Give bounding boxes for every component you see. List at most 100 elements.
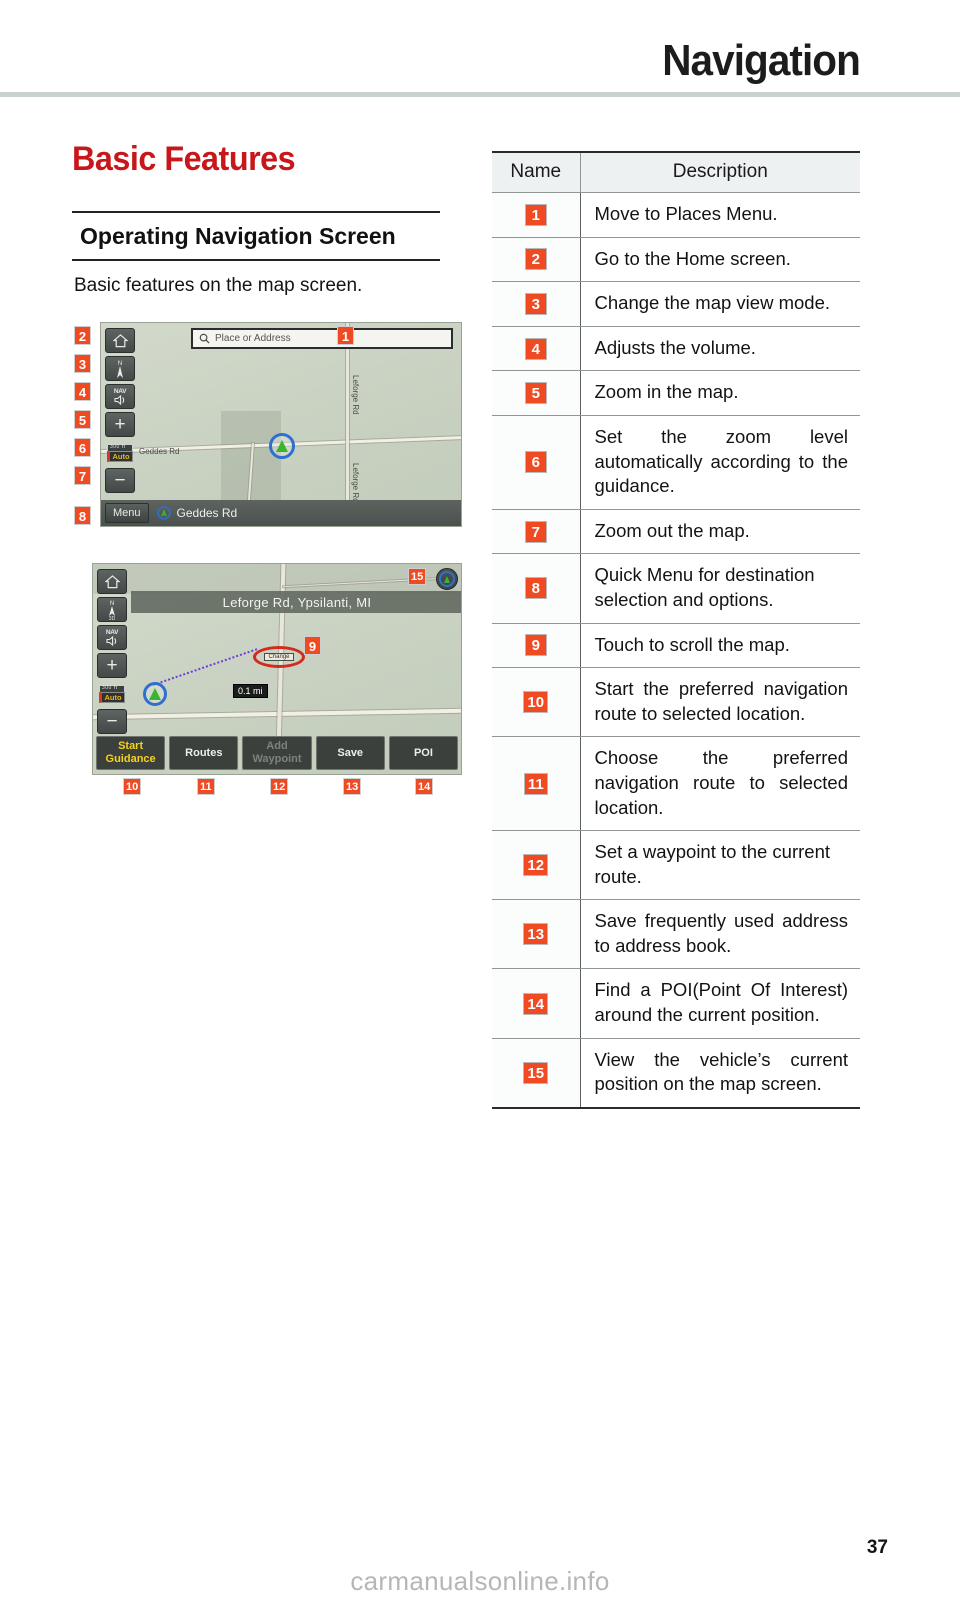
row-description-cell: Touch to scroll the map. <box>580 622 860 669</box>
row-number-cell: 3 <box>492 281 581 327</box>
current-road-display: Geddes Rd <box>156 506 238 521</box>
callout-4: 4 <box>74 382 91 402</box>
row-description-cell: Zoom out the map. <box>580 508 860 555</box>
row-number-cell: 15 <box>492 1037 581 1109</box>
feature-reference-table: Name Description 1 Move to Places Menu. … <box>492 151 860 1109</box>
row-number-badge: 3 <box>524 292 547 315</box>
vehicle-position-marker-2 <box>143 682 167 707</box>
row-description-cell: Save frequently used address to address … <box>580 899 860 970</box>
table-body: 1 Move to Places Menu. 2 Go to the Home … <box>492 192 860 1109</box>
page-title: Navigation <box>662 36 861 85</box>
callout-12: 12 <box>270 778 289 796</box>
nav-volume-icon-2[interactable]: NAV <box>97 625 127 651</box>
routes-button[interactable]: Routes <box>169 736 239 771</box>
row-number-badge: 5 <box>524 382 547 405</box>
home-icon-2[interactable] <box>97 569 127 595</box>
figure-map-screen-2: N 3D NAV + 300 ft Auto − Leforge Rd, Yps… <box>92 558 462 796</box>
poi-button[interactable]: POI <box>388 736 459 771</box>
nav-volume-label: NAV <box>113 388 127 396</box>
callout-7: 7 <box>74 466 91 486</box>
callout-5: 5 <box>74 410 91 430</box>
zoom-in-button-2[interactable]: + <box>97 653 127 679</box>
row-number-badge: 2 <box>524 248 547 271</box>
row-number-badge: 6 <box>524 451 547 474</box>
table-row: 9 Touch to scroll the map. <box>492 622 860 669</box>
add-waypoint-line1: Add <box>266 740 288 753</box>
map-bottom-button-row: Start Guidance Routes Add Waypoint Save … <box>96 736 459 771</box>
row-number-cell: 12 <box>492 830 581 901</box>
row-description-cell: Quick Menu for destination selection and… <box>580 553 860 624</box>
start-guidance-button[interactable]: Start Guidance <box>96 736 166 771</box>
callout-10: 10 <box>123 778 142 796</box>
table-row: 1 Move to Places Menu. <box>492 192 860 238</box>
nav-screen-1: Geddes Rd Leforge Rd Leforge Rd N NAV + … <box>100 322 462 528</box>
home-icon[interactable] <box>105 328 135 354</box>
zoom-out-button[interactable]: − <box>105 468 135 494</box>
destination-title-strip: Leforge Rd, Ypsilanti, MI <box>131 591 461 614</box>
callout-14: 14 <box>415 778 434 796</box>
callout-2: 2 <box>74 326 91 346</box>
row-number-badge: 9 <box>524 634 547 657</box>
row-description-cell: Go to the Home screen. <box>580 236 860 283</box>
row-number-cell: 5 <box>492 370 581 416</box>
map-canvas-1: Geddes Rd Leforge Rd Leforge Rd <box>101 323 461 527</box>
table-row: 10 Start the preferred navigation route … <box>492 667 860 738</box>
row-number-badge: 4 <box>524 337 547 360</box>
add-waypoint-button[interactable]: Add Waypoint <box>242 736 312 771</box>
auto-zoom-button-2[interactable]: 300 ft Auto <box>97 681 127 707</box>
start-guidance-line1: Start <box>118 740 144 753</box>
add-waypoint-line2: Waypoint <box>252 753 302 766</box>
row-number-cell: 13 <box>492 899 581 970</box>
callout-11: 11 <box>197 778 215 796</box>
map-scale-bar-2: 300 ft <box>99 684 125 692</box>
row-description-cell: View the vehicle’s current position on t… <box>580 1037 860 1109</box>
destination-marker[interactable]: Change <box>253 646 305 669</box>
compass-icon[interactable]: N <box>105 356 135 382</box>
auto-zoom-button[interactable]: 300 ft Auto <box>105 440 135 466</box>
map-bottom-bar-1: Menu Geddes Rd <box>101 500 461 527</box>
menu-button[interactable]: Menu <box>105 503 149 524</box>
callout-3: 3 <box>74 354 91 374</box>
row-number-cell: 9 <box>492 622 581 669</box>
table-row: 14 Find a POI(Point Of Interest) around … <box>492 968 860 1039</box>
distance-label: 0.1 mi <box>233 684 268 699</box>
destination-label: Change <box>264 653 294 662</box>
watermark: carmanualsonline.info <box>350 1566 610 1596</box>
table-row: 7 Zoom out the map. <box>492 508 860 555</box>
position-icon <box>156 506 171 520</box>
zoom-in-button[interactable]: + <box>105 412 135 438</box>
callout-1: 1 <box>337 326 354 346</box>
left-column: Basic Features Operating Navigation Scre… <box>72 140 462 796</box>
row-description-cell: Start the preferred navigation route to … <box>580 667 860 738</box>
manual-page: Navigation Basic Features Operating Navi… <box>0 0 960 1613</box>
row-description-cell: Find a POI(Point Of Interest) around the… <box>580 968 860 1039</box>
callout-6: 6 <box>74 438 91 458</box>
row-number-badge: 13 <box>523 923 549 946</box>
zoom-out-button-2[interactable]: − <box>97 709 127 735</box>
page-header: Navigation <box>0 0 960 97</box>
nav-volume-icon[interactable]: NAV <box>105 384 135 410</box>
table-row: 12 Set a waypoint to the current route. <box>492 830 860 901</box>
section-title: Operating Navigation Screen <box>80 223 396 249</box>
row-description-cell: Change the map view mode. <box>580 281 860 327</box>
table-row: 11 Choose the preferred navigation route… <box>492 736 860 832</box>
row-number-cell: 7 <box>492 508 581 555</box>
column-header-name: Name <box>492 151 581 193</box>
save-button[interactable]: Save <box>315 736 385 771</box>
current-position-button[interactable] <box>436 568 458 591</box>
search-input[interactable]: Place or Address <box>191 328 453 350</box>
map-road-label-leforge-top: Leforge Rd <box>351 375 360 415</box>
lead-paragraph: Basic features on the map screen. <box>74 275 363 297</box>
current-road-name: Geddes Rd <box>176 506 238 521</box>
compass-icon-2[interactable]: N 3D <box>97 597 127 623</box>
row-number-badge: 8 <box>524 577 547 600</box>
callout-9: 9 <box>304 636 321 656</box>
callout-8: 8 <box>74 506 91 526</box>
row-number-cell: 2 <box>492 236 581 283</box>
magnifier-icon <box>199 333 210 344</box>
table-row: 4 Adjusts the volume. <box>492 325 860 372</box>
row-description-cell: Zoom in the map. <box>580 370 860 416</box>
nav-screen-2: N 3D NAV + 300 ft Auto − Leforge Rd, Yps… <box>92 563 462 776</box>
row-number-cell: 1 <box>492 192 581 238</box>
row-number-cell: 8 <box>492 553 581 624</box>
